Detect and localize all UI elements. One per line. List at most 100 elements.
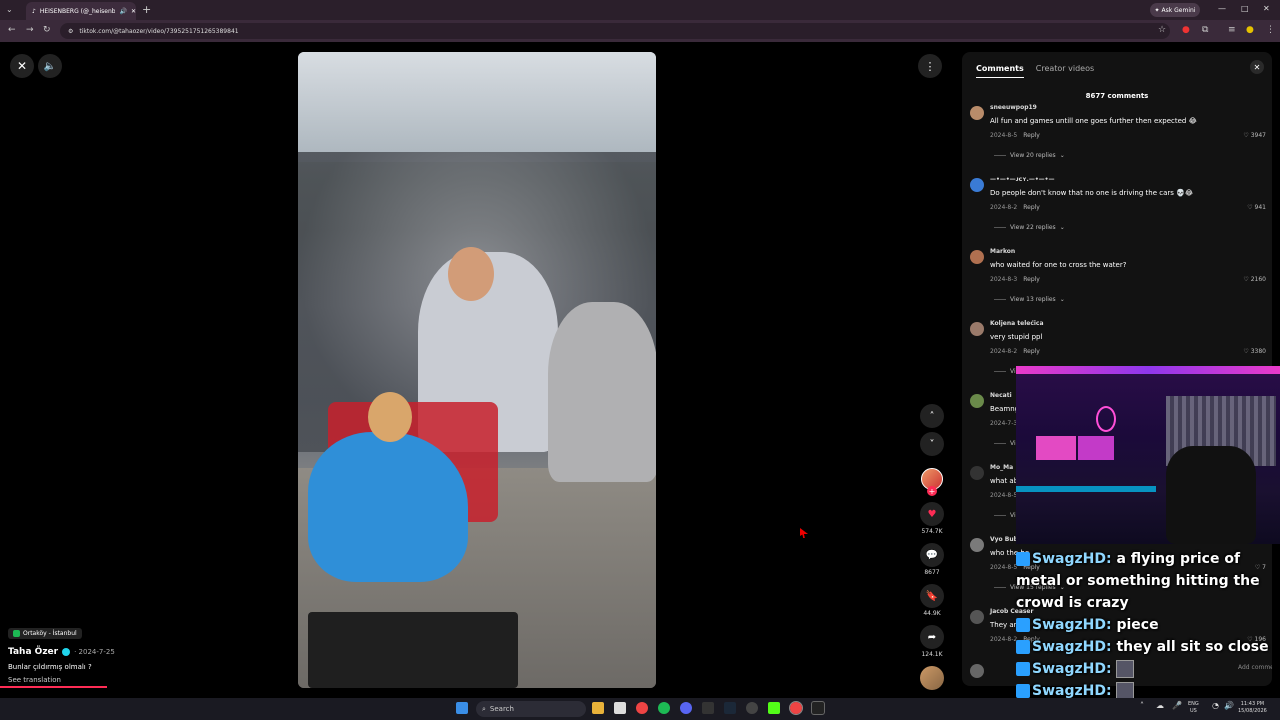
close-window-button[interactable]: ✕	[1263, 4, 1270, 13]
previous-video-button[interactable]: ˄	[920, 404, 944, 428]
comment-like[interactable]: ♡ 3947	[1243, 132, 1266, 139]
reply-button[interactable]: Reply	[1023, 348, 1040, 355]
heart-outline-icon: ♡	[1247, 204, 1253, 211]
reply-button[interactable]: Reply	[1023, 132, 1040, 139]
tab-search-icon[interactable]: ⌄	[6, 5, 13, 14]
tab-creator-videos[interactable]: Creator videos	[1036, 64, 1094, 78]
discord-icon[interactable]	[680, 702, 692, 714]
next-video-button[interactable]: ˅	[920, 432, 944, 456]
tab-audio-icon[interactable]: 🔊	[119, 8, 126, 15]
comment-date: 2024-8-2	[990, 348, 1018, 355]
comment-avatar[interactable]	[970, 394, 984, 408]
clock[interactable]: 11:43 PM 15/08/2026	[1238, 701, 1267, 715]
creator-name-row[interactable]: Taha Özer · 2024-7-25	[8, 647, 115, 657]
comment-button[interactable]: 💬	[920, 543, 944, 567]
ask-gemini-label: Ask Gemini	[1161, 6, 1196, 14]
comment-avatar[interactable]	[970, 610, 984, 624]
share-button[interactable]: ➦	[920, 625, 944, 649]
comment-avatar[interactable]	[970, 322, 984, 336]
comment-date: 2024-8-5	[990, 492, 1018, 499]
mouse-cursor-icon	[800, 528, 808, 538]
site-info-icon[interactable]: ⚙	[68, 28, 73, 35]
comment-avatar[interactable]	[970, 178, 984, 192]
close-video-button[interactable]: ✕	[10, 54, 34, 78]
tray-app-icon[interactable]: ☁	[1156, 702, 1164, 710]
start-icon[interactable]	[456, 702, 468, 714]
taskbar-search[interactable]: ⌕ Search	[476, 701, 586, 717]
steam-icon[interactable]	[724, 702, 736, 714]
spotify-icon[interactable]	[658, 702, 670, 714]
view-replies-button[interactable]: View 22 replies ⌄	[994, 224, 1065, 231]
bookmark-star-icon[interactable]: ☆	[1158, 25, 1166, 35]
tiktok-favicon-icon: ♪	[32, 7, 36, 15]
back-icon[interactable]: ←	[8, 25, 16, 35]
comment-avatar[interactable]	[970, 106, 984, 120]
comment-like[interactable]: ♡ 2160	[1243, 276, 1266, 283]
chevron-down-icon: ˅	[929, 438, 935, 450]
chrome-active-icon[interactable]	[789, 701, 803, 715]
reload-icon[interactable]: ↻	[43, 25, 51, 35]
profile-avatar-icon[interactable]: ●	[1246, 25, 1254, 35]
forward-icon[interactable]: →	[26, 25, 34, 35]
comment-username[interactable]: Necati	[990, 392, 1012, 399]
address-bar[interactable]: ⚙ tiktok.com/@tahaozer/video/73952517512…	[60, 23, 1170, 39]
kick-icon[interactable]	[768, 702, 780, 714]
obs-icon[interactable]	[746, 702, 758, 714]
more-options-button[interactable]: ⋮	[918, 54, 942, 78]
location-badge[interactable]: Ortaköy - İstanbul	[8, 628, 82, 639]
maximize-button[interactable]: □	[1241, 4, 1249, 13]
comment-text: Do people don't know that no one is driv…	[990, 189, 1194, 197]
chat-badge-icon	[1016, 640, 1030, 654]
language-indicator[interactable]: ENG US	[1188, 701, 1199, 715]
speaker-icon[interactable]: 🔊	[1224, 702, 1234, 710]
microphone-icon[interactable]: 🎤	[1172, 702, 1182, 710]
comment-username[interactable]: sneeuwpop19	[990, 104, 1037, 111]
wifi-icon[interactable]: ◔	[1212, 702, 1219, 710]
heart-outline-icon: ♡	[1243, 348, 1249, 355]
extension-icon[interactable]: ●	[1182, 25, 1190, 35]
reply-button[interactable]: Reply	[1023, 276, 1040, 283]
reply-button[interactable]: Reply	[1023, 204, 1040, 211]
tray-chevron-icon[interactable]: ˄	[1140, 702, 1144, 710]
extensions-puzzle-icon[interactable]: ⧉	[1202, 25, 1208, 35]
comment-username[interactable]: Mo_Ma	[990, 464, 1013, 471]
new-tab-button[interactable]: +	[142, 3, 151, 16]
video-progress-bar[interactable]	[0, 686, 107, 688]
tab-comments[interactable]: Comments	[976, 64, 1024, 78]
comment-text: who waited for one to cross the water?	[990, 261, 1127, 269]
browser-tab[interactable]: ♪ HEISENBERG (@_heisenb... 🔊 ✕	[26, 2, 136, 20]
media-control-icon[interactable]: ≡	[1228, 25, 1236, 35]
volume-button[interactable]: 🔈	[38, 54, 62, 78]
ask-gemini-button[interactable]: ✦ Ask Gemini	[1150, 3, 1200, 17]
comment-avatar[interactable]	[970, 466, 984, 480]
browser-menu-icon[interactable]: ⋮	[1266, 25, 1275, 35]
chat-badge-icon	[1016, 618, 1030, 632]
view-replies-button[interactable]: View 20 replies ⌄	[994, 152, 1065, 159]
comment-avatar[interactable]	[970, 538, 984, 552]
close-panel-button[interactable]: ✕	[1250, 60, 1264, 74]
save-button[interactable]: 🔖	[920, 584, 944, 608]
video-player[interactable]	[298, 52, 656, 688]
minimize-button[interactable]: —	[1218, 4, 1226, 13]
tab-close-icon[interactable]: ✕	[131, 8, 136, 15]
video-black-bag	[308, 612, 518, 688]
chat-username: SwagzHD:	[1032, 661, 1112, 677]
chevron-down-icon: ⌄	[1059, 224, 1065, 231]
comment-username[interactable]: Koljena telećica	[990, 320, 1044, 327]
see-translation-link[interactable]: See translation	[8, 676, 115, 684]
view-replies-button[interactable]: View 13 replies ⌄	[994, 296, 1065, 303]
like-button[interactable]: ♥	[920, 502, 944, 526]
app-icon[interactable]	[811, 701, 825, 715]
comment-like[interactable]: ♡ 3380	[1243, 348, 1266, 355]
chrome-icon[interactable]	[636, 702, 648, 714]
follow-plus-icon[interactable]: +	[927, 486, 937, 496]
video-kid-blue-towel	[308, 432, 468, 582]
comment-like[interactable]: ♡ 941	[1247, 204, 1266, 211]
terminal-icon[interactable]	[702, 702, 714, 714]
comment-username[interactable]: —•—•—ᴊᴄʏ.—•—•—	[990, 176, 1055, 183]
comment-avatar[interactable]	[970, 250, 984, 264]
sound-avatar[interactable]	[920, 666, 944, 690]
store-icon[interactable]	[614, 702, 626, 714]
file-explorer-icon[interactable]	[592, 702, 604, 714]
comment-username[interactable]: Markon	[990, 248, 1015, 255]
